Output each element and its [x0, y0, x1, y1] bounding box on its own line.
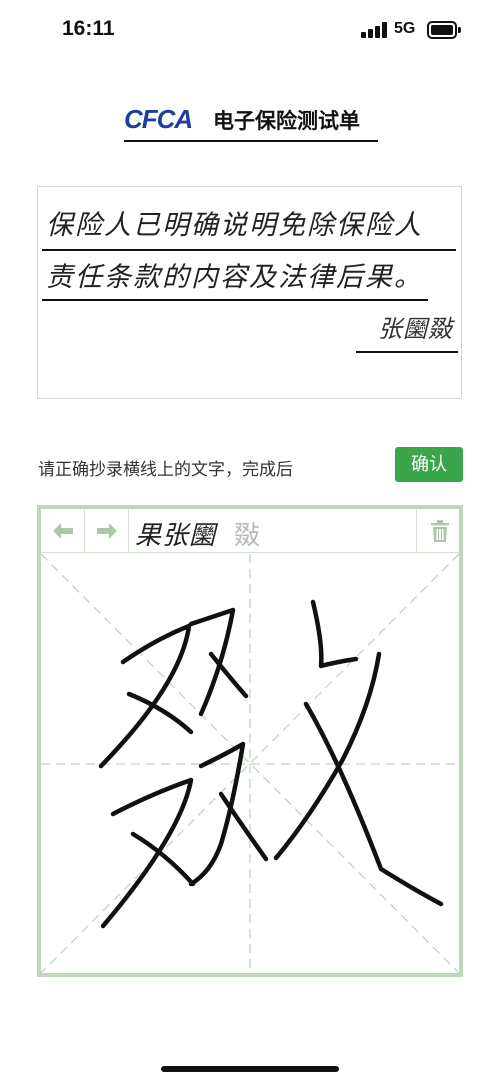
delete-button[interactable] [421, 509, 459, 553]
previous-char-button[interactable] [41, 509, 85, 553]
page-header: CFCA 电子保险测试单 [124, 100, 378, 142]
next-char-button[interactable] [85, 509, 129, 553]
written-text: 果张圞 [135, 521, 217, 551]
battery-icon [427, 21, 461, 39]
cfca-logo: CFCA [124, 104, 193, 134]
reference-signature: 张圞敠 [378, 315, 453, 343]
home-indicator [161, 1066, 339, 1072]
handwriting-panel: 果张圞 敠 [37, 505, 463, 977]
reference-text-box: 保险人已明确说明免除保险人 责任条款的内容及法律后果。 张圞敠 [37, 186, 462, 399]
arrow-left-icon [52, 523, 73, 539]
signal-icon [361, 22, 387, 38]
network-label: 5G [394, 20, 416, 37]
reference-line-2: 责任条款的内容及法律后果。 [46, 262, 423, 293]
reference-underline-1 [42, 249, 456, 251]
confirm-button[interactable]: 确认 [395, 447, 463, 482]
reference-line-1: 保险人已明确说明免除保险人 [46, 210, 423, 241]
status-time: 16:11 [62, 17, 115, 40]
pending-char: 敠 [234, 521, 261, 551]
arrow-right-icon [96, 523, 117, 539]
instruction-text: 请正确抄录横线上的文字，完成后 [38, 460, 293, 480]
reference-underline-2 [42, 299, 428, 301]
handwriting-toolbar: 果张圞 敠 [41, 509, 459, 553]
handwriting-canvas[interactable] [41, 554, 459, 973]
trash-icon [431, 520, 449, 542]
status-bar: 16:11 5G [0, 0, 500, 60]
written-text-display: 果张圞 敠 [130, 509, 417, 553]
page-title: 电子保险测试单 [213, 109, 360, 133]
signature-underline [356, 351, 458, 353]
